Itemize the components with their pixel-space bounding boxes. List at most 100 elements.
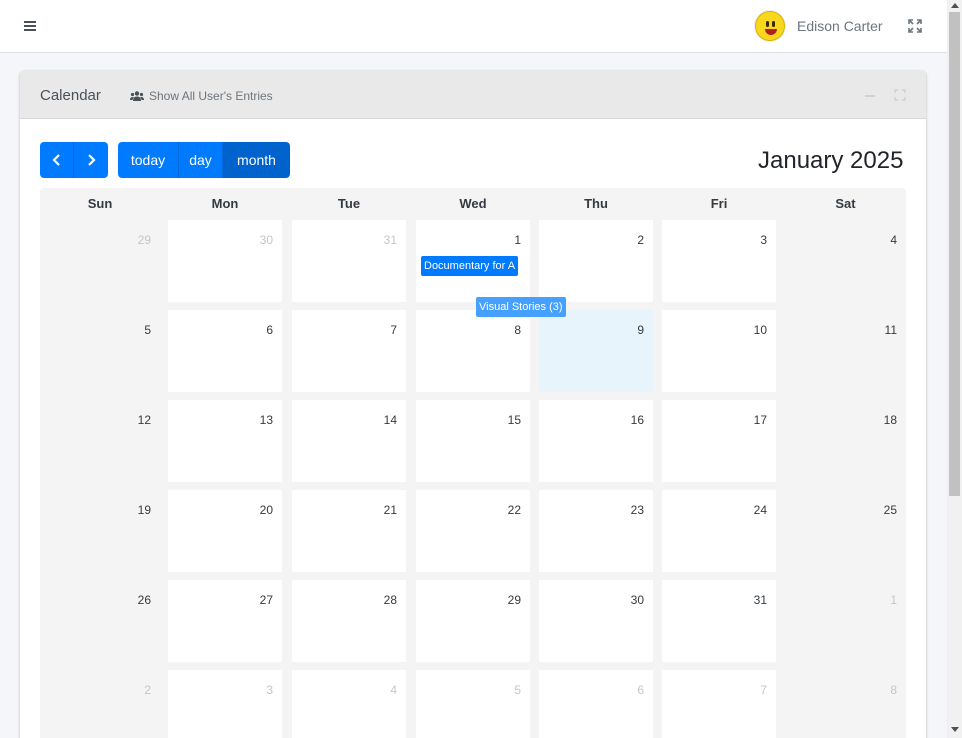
day-cell[interactable]: 1 (785, 580, 906, 662)
day-cell[interactable]: 4 (785, 220, 906, 302)
day-cell[interactable]: 30 (539, 580, 653, 662)
day-number[interactable]: 3 (760, 233, 767, 247)
day-number[interactable]: 11 (885, 323, 897, 337)
fullscreen-icon[interactable] (908, 19, 922, 33)
day-number[interactable]: 8 (514, 323, 521, 337)
day-number[interactable]: 22 (508, 503, 521, 517)
day-number[interactable]: 4 (890, 233, 897, 247)
day-cell[interactable]: 7 (662, 670, 776, 738)
next-button[interactable] (74, 142, 108, 178)
scrollbar-thumb[interactable] (949, 12, 960, 496)
day-cell[interactable]: 2 (40, 670, 160, 738)
calendar-event-more[interactable]: Visual Stories (3) (476, 297, 566, 317)
day-cell[interactable]: 8 (785, 670, 906, 738)
user-menu[interactable]: Edison Carter (755, 11, 883, 41)
day-number[interactable]: 5 (144, 323, 151, 337)
day-cell[interactable]: 26 (40, 580, 160, 662)
day-number[interactable]: 21 (384, 503, 397, 517)
day-number[interactable]: 15 (508, 413, 521, 427)
day-number[interactable]: 1 (514, 233, 521, 247)
day-number[interactable]: 30 (631, 593, 644, 607)
day-cell[interactable]: 18 (785, 400, 906, 482)
day-cell[interactable]: 8 (416, 310, 530, 392)
day-cell[interactable]: 2 (539, 220, 653, 302)
day-number[interactable]: 10 (754, 323, 767, 337)
day-cell[interactable]: 22 (416, 490, 530, 572)
month-view-button[interactable]: month (223, 142, 290, 178)
day-cell[interactable]: 19 (40, 490, 160, 572)
vertical-scrollbar[interactable] (947, 0, 962, 738)
day-cell[interactable]: 30 (168, 220, 282, 302)
prev-button[interactable] (40, 142, 74, 178)
collapse-icon[interactable] (863, 88, 877, 102)
day-number[interactable]: 30 (260, 233, 273, 247)
day-cell[interactable]: 15 (416, 400, 530, 482)
day-cell[interactable]: 25 (785, 490, 906, 572)
day-cell[interactable]: 24 (662, 490, 776, 572)
day-cell[interactable]: 14 (292, 400, 406, 482)
scroll-up-icon[interactable] (951, 3, 959, 8)
day-number[interactable]: 14 (384, 413, 397, 427)
day-number[interactable]: 12 (138, 413, 151, 427)
day-cell[interactable]: 5 (416, 670, 530, 738)
day-number[interactable]: 1 (890, 593, 897, 607)
day-number[interactable]: 27 (260, 593, 273, 607)
show-all-users-link[interactable]: Show All User's Entries (130, 89, 273, 103)
day-cell[interactable]: 3 (662, 220, 776, 302)
day-number[interactable]: 3 (266, 683, 273, 697)
day-number[interactable]: 20 (260, 503, 273, 517)
day-cell[interactable]: 10 (662, 310, 776, 392)
day-number[interactable]: 4 (390, 683, 397, 697)
day-cell[interactable]: 31 (662, 580, 776, 662)
calendar-event[interactable]: Documentary for A (421, 256, 519, 276)
day-number[interactable]: 7 (390, 323, 397, 337)
day-number[interactable]: 9 (637, 323, 644, 337)
day-number[interactable]: 25 (884, 503, 897, 517)
day-number[interactable]: 23 (631, 503, 644, 517)
today-button[interactable]: today (118, 142, 179, 178)
scroll-down-icon[interactable] (951, 727, 959, 732)
day-cell[interactable]: 21 (292, 490, 406, 572)
day-cell[interactable]: 29 (40, 220, 160, 302)
day-cell[interactable]: 27 (168, 580, 282, 662)
day-number[interactable]: 5 (514, 683, 521, 697)
day-cell[interactable]: 6 (168, 310, 282, 392)
day-number[interactable]: 2 (144, 683, 151, 697)
day-cell[interactable]: 28 (292, 580, 406, 662)
day-number[interactable]: 24 (754, 503, 767, 517)
day-cell[interactable]: 4 (292, 670, 406, 738)
day-cell[interactable]: 29 (416, 580, 530, 662)
day-cell[interactable]: 17 (662, 400, 776, 482)
day-number[interactable]: 28 (384, 593, 397, 607)
day-cell[interactable]: 7 (292, 310, 406, 392)
day-cell[interactable]: 11 (785, 310, 906, 392)
day-cell[interactable]: 31 (292, 220, 406, 302)
day-number[interactable]: 2 (637, 233, 644, 247)
day-cell[interactable]: 12 (40, 400, 160, 482)
day-cell[interactable]: 20 (168, 490, 282, 572)
day-cell[interactable]: 6 (539, 670, 653, 738)
day-number[interactable]: 16 (631, 413, 644, 427)
day-number[interactable]: 26 (138, 593, 151, 607)
menu-icon[interactable] (24, 21, 36, 32)
day-number[interactable]: 18 (884, 413, 897, 427)
day-number[interactable]: 17 (754, 413, 767, 427)
day-number[interactable]: 19 (138, 503, 151, 517)
day-cell[interactable]: 9 (539, 310, 653, 392)
day-number[interactable]: 31 (384, 233, 397, 247)
day-cell[interactable]: 3 (168, 670, 282, 738)
day-number[interactable]: 13 (260, 413, 273, 427)
day-cell[interactable]: 5 (40, 310, 160, 392)
day-number[interactable]: 29 (138, 233, 151, 247)
day-number[interactable]: 6 (266, 323, 273, 337)
day-number[interactable]: 8 (890, 683, 897, 697)
day-cell[interactable]: 13 (168, 400, 282, 482)
day-number[interactable]: 29 (508, 593, 521, 607)
day-number[interactable]: 7 (760, 683, 767, 697)
day-view-button[interactable]: day (179, 142, 223, 178)
day-number[interactable]: 6 (637, 683, 644, 697)
day-cell[interactable]: 23 (539, 490, 653, 572)
maximize-icon[interactable] (893, 88, 907, 102)
day-cell[interactable]: 16 (539, 400, 653, 482)
day-number[interactable]: 31 (754, 593, 767, 607)
